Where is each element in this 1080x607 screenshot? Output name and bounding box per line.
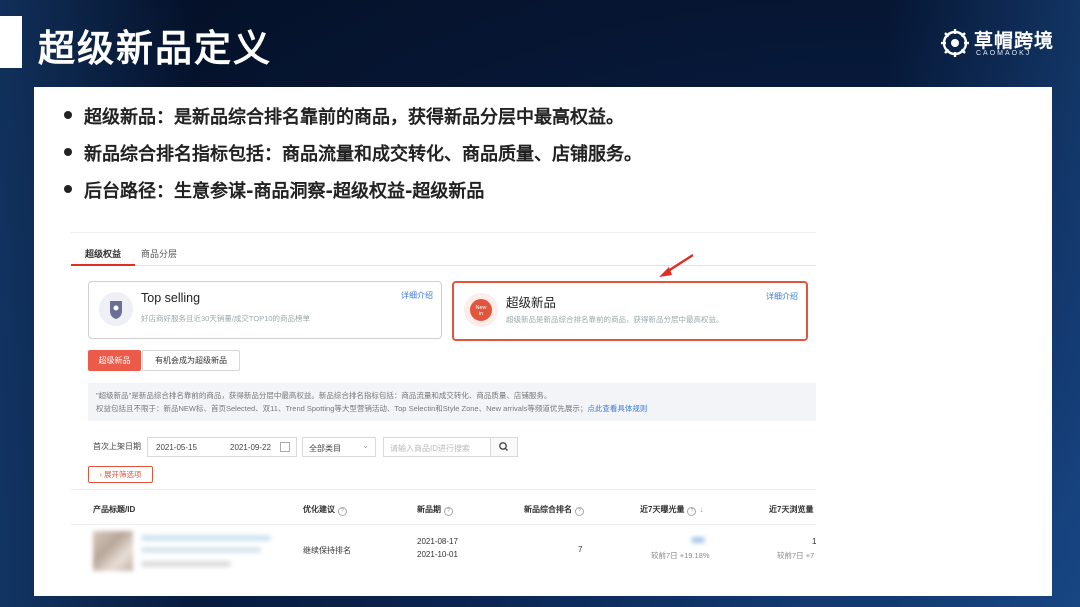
help-icon[interactable]: ? bbox=[687, 507, 697, 516]
column-header: 新品期? bbox=[417, 504, 453, 516]
chevron-down-icon: ⌄ bbox=[362, 441, 369, 450]
sort-down-icon[interactable]: ↓ bbox=[699, 505, 703, 514]
bullet-text: 后台路径：生意参谋-商品洞察-超级权益-超级新品 bbox=[84, 181, 485, 202]
views-value-cell: 1 bbox=[812, 537, 816, 546]
period-start-cell: 2021-08-17 bbox=[417, 537, 458, 546]
table-row[interactable]: 继续保持排名 2021-08-17 2021-10-01 7 较前7日 +19.… bbox=[71, 523, 816, 577]
search-button[interactable] bbox=[490, 437, 518, 457]
help-icon[interactable]: ? bbox=[338, 507, 347, 516]
content-panel: 超级新品：是新品综合排名靠前的商品，获得新品分层中最高权益。 新品综合排名指标包… bbox=[34, 87, 1052, 596]
column-header: 产品标题/ID bbox=[93, 504, 135, 515]
card-top-selling[interactable]: Top selling 好店商好服务且近30天销量/成交TOP10的商品榜单 详… bbox=[88, 281, 442, 339]
brand-logo: 草帽跨境 CAOMAOKJ bbox=[940, 26, 1053, 66]
date-range-picker[interactable]: 2021-05-15 2021-09-22 bbox=[147, 437, 297, 457]
bullet-item: 新品综合排名指标包括：商品流量和成交转化、商品质量、店铺服务。 bbox=[62, 140, 642, 177]
help-icon[interactable]: ? bbox=[575, 507, 584, 516]
column-label: 近7天浏览量 bbox=[769, 505, 814, 514]
rank-cell: 7 bbox=[578, 545, 583, 554]
product-thumbnail bbox=[93, 531, 133, 571]
info-notice: "超级新品"是新品综合排名靠前的商品，获得新品分层中最高权益。新品综合排名指标包… bbox=[88, 383, 816, 421]
product-title-redacted bbox=[141, 547, 261, 553]
tab-bar: 超级权益 商品分层 bbox=[71, 233, 816, 266]
bullet-text: 超级新品：是新品综合排名靠前的商品，获得新品分层中最高权益。 bbox=[84, 107, 624, 128]
column-label: 新品综合排名 bbox=[524, 505, 572, 514]
period-end-cell: 2021-10-01 bbox=[417, 550, 458, 559]
suggestion-cell: 继续保持排名 bbox=[303, 546, 351, 555]
calendar-icon bbox=[280, 442, 290, 452]
exposure-value-redacted bbox=[691, 537, 705, 543]
exposure-change-cell: 较前7日 +19.18% bbox=[651, 551, 710, 560]
tab-product-tiers[interactable]: 商品分层 bbox=[127, 233, 191, 264]
help-icon[interactable]: ? bbox=[444, 507, 453, 516]
card-title: Top selling bbox=[141, 291, 201, 305]
notice-text: 权益包括且不限于：新品NEW标、首页Selected、双11、Trend Spo… bbox=[96, 404, 588, 413]
bullet-item: 超级新品：是新品综合排名靠前的商品，获得新品分层中最高权益。 bbox=[62, 103, 642, 140]
super-new-tab-button[interactable]: 超级新品 bbox=[88, 350, 141, 371]
svg-text:in: in bbox=[479, 311, 483, 317]
notice-line: 权益包括且不限于：新品NEW标、首页Selected、双11、Trend Spo… bbox=[96, 403, 647, 414]
expand-filters-button[interactable]: › 展开筛选项 bbox=[88, 466, 153, 483]
pointer-arrow-icon bbox=[657, 253, 697, 279]
column-header: 优化建议? bbox=[303, 504, 347, 516]
card-description: 超级新品是新品综合排名靠前的商品，获得新品分层中最高权益。 bbox=[506, 315, 724, 324]
notice-line: "超级新品"是新品综合排名靠前的商品，获得新品分层中最高权益。新品综合排名指标包… bbox=[96, 391, 552, 400]
card-description: 好店商好服务且近30天销量/成交TOP10的商品榜单 bbox=[141, 314, 311, 323]
column-header: 近7天浏览量 bbox=[769, 504, 813, 515]
column-header: 新品综合排名? bbox=[524, 504, 584, 516]
brand-logo-text: 草帽跨境 bbox=[974, 30, 1055, 52]
bullet-item: 后台路径：生意参谋-商品洞察-超级权益-超级新品 bbox=[62, 177, 642, 214]
title-accent-bar bbox=[0, 16, 22, 68]
date-start: 2021-05-15 bbox=[156, 443, 197, 452]
column-label: 优化建议 bbox=[303, 505, 335, 514]
bullet-list: 超级新品：是新品综合排名靠前的商品，获得新品分层中最高权益。 新品综合排名指标包… bbox=[62, 103, 642, 214]
new-in-badge-icon: New in bbox=[464, 293, 498, 327]
shield-icon bbox=[99, 292, 133, 326]
card-detail-link[interactable]: 详细介绍 bbox=[401, 290, 433, 301]
search-placeholder: 请输入商品ID进行搜索 bbox=[390, 444, 470, 453]
date-end: 2021-09-22 bbox=[230, 443, 271, 452]
tab-super-rights[interactable]: 超级权益 bbox=[71, 233, 136, 266]
category-select[interactable]: 全部类目 ⌄ bbox=[302, 437, 376, 457]
rules-link[interactable]: 点此查看具体规则 bbox=[587, 404, 647, 413]
product-id-redacted bbox=[141, 561, 231, 567]
bullet-dot-icon bbox=[64, 111, 72, 119]
column-header[interactable]: 近7天曝光量? ↓ bbox=[640, 504, 703, 516]
views-change-cell: 较前7日 +7 bbox=[777, 551, 815, 560]
category-value: 全部类目 bbox=[309, 444, 341, 453]
expand-filters-label: 展开筛选项 bbox=[104, 470, 142, 479]
column-label: 产品标题/ID bbox=[93, 505, 136, 514]
search-icon bbox=[499, 442, 508, 451]
potential-super-new-button[interactable]: 有机会成为超级新品 bbox=[142, 350, 240, 371]
date-filter-label: 首次上架日期 bbox=[93, 442, 141, 451]
brand-logo-icon bbox=[941, 29, 969, 57]
card-detail-link[interactable]: 详细介绍 bbox=[766, 291, 798, 302]
search-input[interactable]: 请输入商品ID进行搜索 bbox=[383, 437, 491, 457]
table-header: 产品标题/ID 优化建议? 新品期? 新品综合排名? 近7天曝光量? ↓ 近7天浏… bbox=[71, 489, 816, 525]
bullet-dot-icon bbox=[64, 185, 72, 193]
bullet-dot-icon bbox=[64, 148, 72, 156]
product-title-redacted bbox=[141, 535, 271, 541]
brand-logo-subtext: CAOMAOKJ bbox=[976, 50, 1032, 57]
card-super-new[interactable]: New in 超级新品 超级新品是新品综合排名靠前的商品，获得新品分层中最高权益。… bbox=[452, 281, 808, 341]
bullet-text: 新品综合排名指标包括：商品流量和成交转化、商品质量、店铺服务。 bbox=[84, 144, 642, 165]
column-label: 近7天曝光量 bbox=[640, 505, 685, 514]
card-title: 超级新品 bbox=[506, 296, 557, 310]
embedded-screenshot: 超级权益 商品分层 Top selling 好店商好服务且近30天销量/成交TO… bbox=[71, 232, 816, 577]
slide-title: 超级新品定义 bbox=[38, 27, 272, 70]
column-label: 新品期 bbox=[417, 505, 441, 514]
